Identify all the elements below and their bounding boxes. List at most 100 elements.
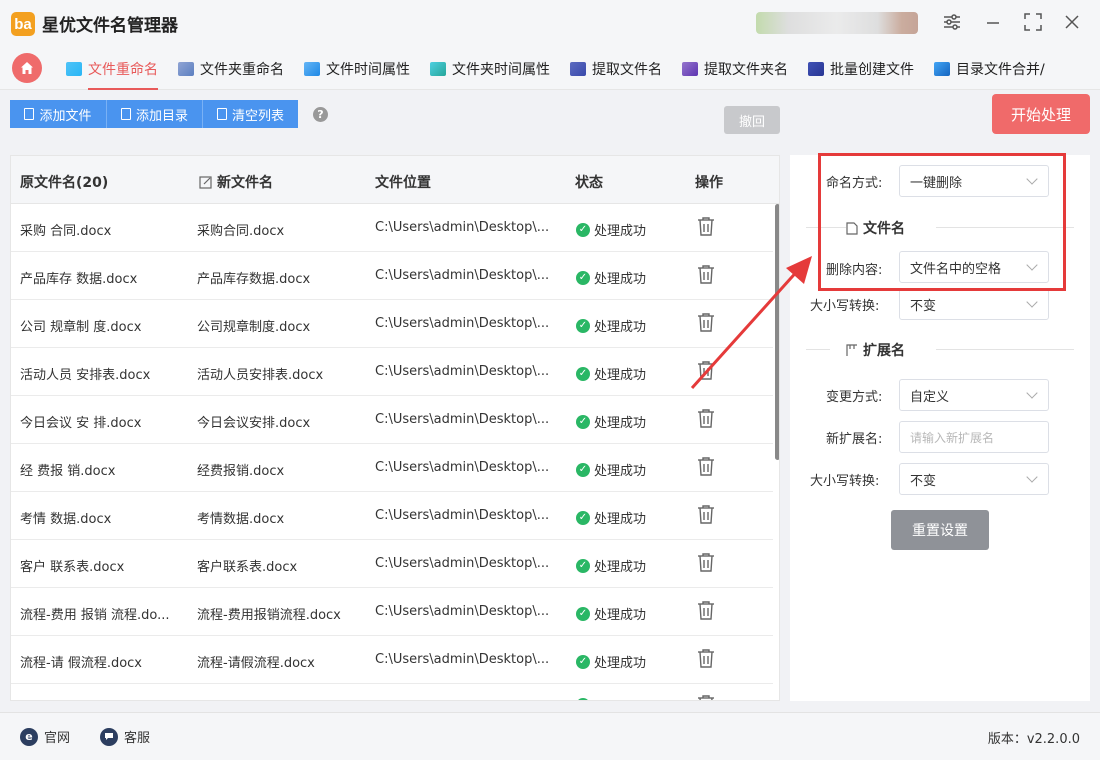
app-title: 星优文件名管理器 [42, 16, 178, 36]
original-name-cell: 考情 数据.docx [20, 512, 112, 527]
tab-file-rename[interactable]: 文件重命名 [66, 56, 158, 90]
new-extension-label: 新扩展名: [826, 432, 883, 447]
settings-sliders-icon[interactable] [940, 10, 964, 34]
delete-row-icon[interactable] [697, 694, 715, 700]
new-name-cell: 客户联系表.docx [197, 560, 298, 575]
table-row[interactable]: 活动人员 安排表.docx 活动人员安排表.docx C:\Users\admin\… [11, 348, 773, 396]
status-cell: ✓ 处理成功 [576, 268, 646, 287]
status-cell: ✓ 处理成功 [576, 556, 646, 575]
filename-section: 文件名 [806, 218, 1074, 238]
location-cell: C:\Users\admin\Desktop\... [375, 508, 550, 523]
location-cell: C:\Users\admin\Desktop\... [375, 412, 550, 427]
folder-icon [120, 108, 131, 120]
chevron-down-icon [1026, 259, 1038, 271]
check-circle-icon: ✓ [576, 462, 590, 477]
tab-folder-rename[interactable]: 文件夹重命名 [178, 56, 284, 82]
annotation-arrow [690, 256, 812, 390]
browser-icon: e [20, 727, 38, 746]
extension-section: 扩展名 [806, 340, 1074, 360]
check-circle-icon: ✓ [576, 366, 590, 381]
tab-extract-foldername[interactable]: 提取文件夹名 [682, 56, 788, 82]
user-account-area[interactable] [756, 12, 918, 34]
extension-icon [846, 343, 857, 356]
table-row[interactable]: 产品库存 数据.docx 产品库存数据.docx C:\Users\admin\De… [11, 252, 773, 300]
original-name-cell: 活动人员 安排表.docx [20, 368, 151, 383]
file-time-icon [304, 62, 320, 76]
delete-row-icon[interactable] [697, 552, 715, 574]
new-name-cell: 流程-费用报销流程.docx [197, 608, 341, 623]
support-link[interactable]: 客服 [100, 727, 150, 746]
tab-folder-time[interactable]: 文件夹时间属性 [430, 56, 550, 82]
check-circle-icon [576, 698, 590, 700]
delete-row-icon[interactable] [697, 600, 715, 622]
location-cell: C:\Users\admin\Desktop\... [375, 556, 550, 571]
table-row[interactable]: 流程-请 假流程.docx 流程-请假流程.docx C:\Users\admin\… [11, 636, 773, 684]
delete-row-icon[interactable] [697, 648, 715, 670]
original-name-cell: 经 费报 销.docx [20, 464, 116, 479]
filename-case-select[interactable]: 不变 [899, 288, 1049, 320]
chevron-down-icon [1026, 296, 1038, 308]
app-logo-icon: ba [11, 12, 35, 36]
footer: e 官网 客服 版本：v2.2.0.0 [0, 712, 1100, 760]
chevron-down-icon [1026, 471, 1038, 483]
delete-row-icon[interactable] [697, 408, 715, 430]
table-row[interactable]: 公司 规章制 度.docx 公司规章制度.docx C:\Users\admin\D… [11, 300, 773, 348]
close-icon[interactable] [1060, 10, 1084, 34]
help-icon[interactable]: ? [313, 107, 328, 122]
extract-filename-icon [570, 62, 586, 76]
check-circle-icon: ✓ [576, 414, 590, 429]
delete-row-icon[interactable] [697, 216, 715, 238]
header-action: 操作 [695, 175, 723, 191]
maximize-icon[interactable] [1021, 10, 1045, 34]
table-row[interactable]: 流程-费用 报销 流程.do... 流程-费用报销流程.docx C:\Users\… [11, 588, 773, 636]
table-row[interactable]: 采购 合同.docx 采购合同.docx C:\Users\admin\Deskto… [11, 204, 773, 252]
original-name-cell: 流程-请 假流程.docx [20, 656, 143, 671]
chat-icon [100, 727, 118, 746]
minimize-icon[interactable] [981, 10, 1005, 34]
extension-section-title: 扩展名 [863, 343, 905, 359]
delete-row-icon[interactable] [697, 456, 715, 478]
change-mode-label: 变更方式: [826, 390, 883, 405]
tab-extract-filename[interactable]: 提取文件名 [570, 56, 662, 82]
location-cell: C:\Users\admin\Desktop\... [375, 220, 550, 235]
delete-content-select[interactable]: 文件名中的空格 [899, 251, 1049, 283]
change-mode-select[interactable]: 自定义 [899, 379, 1049, 411]
table-row[interactable]: 客户 联系表.docx 客户联系表.docx C:\Users\admin\Desk… [11, 540, 773, 588]
table-row[interactable]: 考情 数据.docx 考情数据.docx C:\Users\admin\Deskto… [11, 492, 773, 540]
tab-file-time[interactable]: 文件时间属性 [304, 56, 410, 82]
home-button[interactable] [12, 53, 42, 83]
website-link[interactable]: e 官网 [20, 727, 70, 746]
naming-mode-label: 命名方式: [826, 176, 883, 191]
table-row[interactable]: 今日会议 安 排.docx 今日会议安排.docx C:\Users\admin\D… [11, 396, 773, 444]
tab-batch-create[interactable]: 批量创建文件 [808, 56, 914, 82]
extract-foldername-icon [682, 62, 698, 76]
version-text: 版本：v2.2.0.0 [987, 732, 1080, 747]
undo-button[interactable]: 撤回 [724, 106, 780, 134]
new-name-cell: 活动人员安排表.docx [197, 368, 324, 383]
folder-time-icon [430, 62, 446, 76]
status-cell: ✓ 处理成功 [576, 652, 646, 671]
start-processing-button[interactable]: 开始处理 [992, 94, 1090, 134]
location-cell: C:\Users\admin\Desktop\... [375, 268, 550, 283]
clear-list-button[interactable]: 清空列表 [203, 100, 298, 128]
add-file-button[interactable]: 添加文件 [10, 100, 107, 128]
new-name-cell: 公司规章制度.docx [197, 320, 311, 335]
add-directory-button[interactable]: 添加目录 [107, 100, 203, 128]
new-name-cell: 流程-请假流程.docx [197, 656, 315, 671]
extension-case-select[interactable]: 不变 [899, 463, 1049, 495]
table-row[interactable]: 经 费报 销.docx 经费报销.docx C:\Users\admin\Deskt… [11, 444, 773, 492]
new-name-cell: 采购合同.docx [197, 224, 285, 239]
original-name-cell: 公司 规章制 度.docx [20, 320, 142, 335]
tab-merge[interactable]: 目录文件合并/ [934, 56, 1076, 82]
header-status: 状态 [575, 175, 603, 191]
check-circle-icon: ✓ [576, 558, 590, 573]
new-extension-input[interactable]: 请输入新扩展名 [899, 421, 1049, 453]
new-name-cell: 考情数据.docx [197, 512, 285, 527]
naming-mode-select[interactable]: 一键删除 [899, 165, 1049, 197]
reset-settings-button[interactable]: 重置设置 [891, 510, 989, 550]
delete-row-icon[interactable] [697, 504, 715, 526]
extension-case-label: 大小写转换: [810, 474, 880, 489]
edit-icon [199, 175, 212, 189]
table-row[interactable] [11, 684, 773, 700]
delete-content-label: 删除内容: [826, 263, 883, 278]
